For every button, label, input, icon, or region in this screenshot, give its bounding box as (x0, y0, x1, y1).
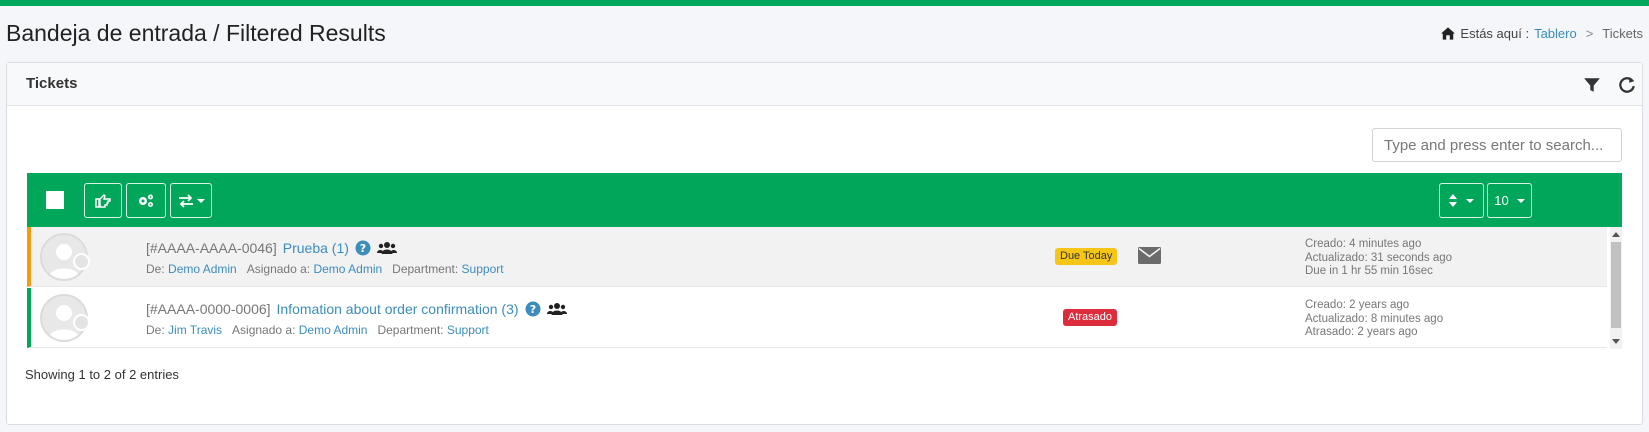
chevron-down-icon (1516, 198, 1525, 203)
table-row[interactable]: [#AAAA-AAAA-0046] Prueba (1) ? De: Demo … (27, 227, 1607, 287)
home-icon (1441, 27, 1456, 40)
settings-cogs-icon (139, 194, 153, 207)
assigned-label: Asignado a: (232, 323, 296, 337)
created-time: Creado: 4 minutes ago (1305, 238, 1422, 250)
tickets-box: Tickets Type and press enter to search..… (6, 62, 1643, 425)
box-title: Tickets (26, 75, 78, 92)
page-title: Bandeja de entrada / Filtered Results (6, 20, 386, 46)
filter-icon[interactable] (1583, 76, 1601, 94)
select-all-checkbox[interactable] (46, 191, 64, 209)
box-header: Tickets (7, 63, 1642, 106)
ticket-meta: Creado: 4 minutes ago Actualizado: 31 se… (1305, 238, 1452, 279)
ticket-id: [#AAAA-0000-0006] (146, 301, 271, 317)
breadcrumb-link-tablero[interactable]: Tablero (1534, 26, 1577, 41)
due-time: Atrasado: 2 years ago (1305, 326, 1418, 338)
ticket-details: De: Demo Admin Asignado a: Demo Admin De… (146, 262, 504, 276)
list-scrollbar[interactable] (1610, 227, 1622, 349)
transfer-button[interactable] (170, 183, 212, 218)
refresh-icon[interactable] (1618, 76, 1636, 94)
ticket-heading: [#AAAA-AAAA-0046] Prueba (1) ? (146, 240, 397, 256)
assigned-link[interactable]: Demo Admin (313, 262, 382, 276)
help-circle-icon[interactable]: ? (355, 240, 371, 256)
breadcrumb: Estás aquí : Tablero > Tickets (1441, 26, 1643, 41)
breadcrumb-prefix: Estás aquí : (1460, 26, 1530, 41)
ticket-details: De: Jim Travis Asignado a: Demo Admin De… (146, 323, 489, 337)
status-dot (73, 253, 90, 270)
chevron-down-icon (196, 198, 205, 203)
ticket-id: [#AAAA-AAAA-0046] (146, 240, 277, 256)
page-size-select[interactable]: 10 (1487, 183, 1532, 218)
svg-text:?: ? (360, 242, 366, 255)
page-size-value: 10 (1494, 193, 1509, 208)
status-badge: Atrasado (1063, 309, 1118, 326)
from-label: De: (146, 262, 165, 276)
chevron-down-icon (1466, 198, 1474, 203)
sort-icon (1449, 194, 1457, 207)
settings-button[interactable] (126, 183, 166, 218)
assigned-label: Asignado a: (246, 262, 311, 276)
from-label: De: (146, 323, 165, 337)
updated-time: Actualizado: 31 seconds ago (1305, 251, 1453, 264)
table-row[interactable]: [#AAAA-0000-0006] Infomation about order… (27, 288, 1607, 348)
scrollbar-thumb[interactable] (1611, 242, 1621, 328)
pagination-info: Showing 1 to 2 of 2 entries (25, 367, 179, 382)
transfer-arrows-icon (178, 193, 193, 208)
envelope-icon[interactable] (1138, 247, 1161, 264)
ticket-subject-link[interactable]: Infomation about order confirmation (3) (277, 301, 519, 317)
department-link[interactable]: Support (462, 262, 504, 276)
users-group-icon (376, 242, 397, 254)
help-circle-icon[interactable]: ? (525, 301, 541, 317)
ticket-list: [#AAAA-AAAA-0046] Prueba (1) ? De: Demo … (27, 227, 1622, 349)
status-dot (73, 314, 90, 331)
search-input[interactable] (1372, 128, 1622, 162)
department-label: Department: (377, 323, 444, 337)
department-link[interactable]: Support (447, 323, 489, 337)
updated-time: Actualizado: 8 minutes ago (1305, 312, 1444, 325)
from-link[interactable]: Demo Admin (168, 262, 237, 276)
assigned-link[interactable]: Demo Admin (299, 323, 368, 337)
breadcrumb-current: Tickets (1602, 26, 1643, 41)
from-link[interactable]: Jim Travis (168, 323, 222, 337)
scroll-up-arrow-icon[interactable] (1612, 232, 1620, 237)
ticket-heading: [#AAAA-0000-0006] Infomation about order… (146, 301, 567, 317)
sort-button[interactable] (1439, 183, 1484, 218)
ticket-toolbar: 10 (27, 173, 1622, 227)
status-badge: Due Today (1055, 248, 1118, 265)
ticket-subject-link[interactable]: Prueba (1) (283, 240, 349, 256)
assign-button[interactable] (84, 183, 122, 218)
due-time: Due in 1 hr 55 min 16sec (1305, 265, 1433, 277)
assign-hand-icon (95, 193, 111, 208)
ticket-meta: Creado: 2 years ago Actualizado: 8 minut… (1305, 299, 1443, 340)
breadcrumb-separator: > (1585, 26, 1594, 41)
svg-text:?: ? (529, 303, 535, 316)
users-group-icon (546, 303, 567, 315)
department-label: Department: (392, 262, 459, 276)
scroll-down-arrow-icon[interactable] (1612, 339, 1620, 344)
content-header: Bandeja de entrada / Filtered Results Es… (0, 6, 1649, 62)
created-time: Creado: 2 years ago (1305, 299, 1410, 311)
